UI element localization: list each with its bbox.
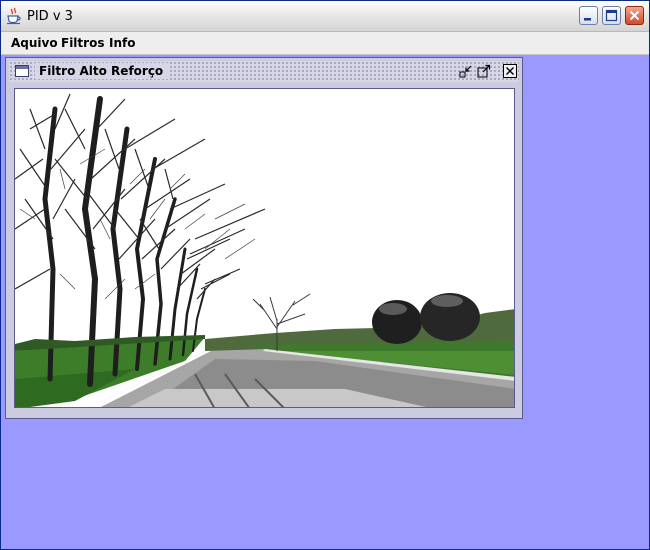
close-button[interactable] bbox=[625, 6, 644, 25]
road-landscape-photo bbox=[15, 89, 514, 407]
internal-frame-title-bar[interactable]: Filtro Alto Reforço bbox=[9, 61, 519, 82]
desktop-pane: Filtro Alto Reforço bbox=[1, 55, 649, 549]
java-cup-icon bbox=[5, 7, 23, 25]
maximize-icon bbox=[477, 64, 491, 78]
minimize-icon bbox=[584, 18, 591, 21]
menu-filtros[interactable]: Filtros bbox=[61, 36, 104, 50]
menu-bar: Aquivo Filtros Info bbox=[1, 32, 649, 55]
iconify-button[interactable] bbox=[459, 64, 473, 78]
maximize-button[interactable] bbox=[602, 6, 621, 25]
internal-frame-title: Filtro Alto Reforço bbox=[35, 63, 170, 79]
minimize-button[interactable] bbox=[579, 6, 598, 25]
menu-aquivo[interactable]: Aquivo bbox=[11, 36, 58, 50]
application-window: PID v 3 Aquivo Filtros Info Filtro Alto … bbox=[0, 0, 650, 550]
close-icon bbox=[629, 10, 640, 21]
iconify-icon bbox=[459, 65, 472, 78]
window-title: PID v 3 bbox=[27, 9, 73, 24]
internal-close-button[interactable] bbox=[503, 64, 517, 78]
menu-info[interactable]: Info bbox=[109, 36, 135, 50]
maximize-icon bbox=[605, 9, 618, 22]
internal-frame: Filtro Alto Reforço bbox=[5, 57, 523, 419]
frame-icon bbox=[15, 65, 29, 77]
internal-maximize-button[interactable] bbox=[477, 64, 491, 78]
title-bar[interactable]: PID v 3 bbox=[1, 1, 649, 32]
close-icon bbox=[506, 67, 514, 75]
filtered-image bbox=[14, 88, 515, 408]
